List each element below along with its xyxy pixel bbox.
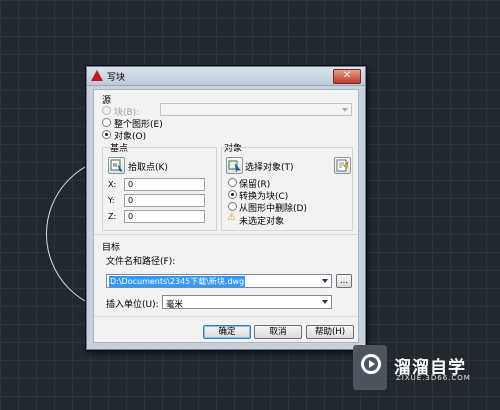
block-radio[interactable]: [102, 106, 111, 115]
pick-point-button[interactable]: [108, 157, 125, 174]
cancel-button[interactable]: 取消: [254, 325, 302, 339]
delete-from-drawing-radio[interactable]: [228, 202, 237, 211]
select-objects-label: 选择对象(T): [245, 163, 294, 173]
chevron-down-icon: [322, 300, 328, 304]
file-path-label: 文件名和路径(F):: [106, 257, 176, 267]
help-button[interactable]: 帮助(H): [306, 325, 354, 339]
dialog-title: 写块: [107, 73, 126, 83]
destination-group-label: 目标: [102, 243, 121, 253]
file-path-combo[interactable]: D:\Documents\2345下载\新块.dwg: [106, 274, 332, 288]
file-path-value: D:\Documents\2345下载\新块.dwg: [109, 276, 246, 287]
y-label: Y:: [108, 196, 115, 205]
y-coordinate-field[interactable]: 0: [124, 194, 205, 207]
retain-radio[interactable]: [228, 178, 237, 187]
delete-from-drawing-label: 从图形中删除(D): [239, 204, 307, 214]
separator: [94, 234, 358, 235]
chevron-down-icon: [322, 279, 328, 283]
insert-units-select[interactable]: 毫米: [162, 295, 332, 310]
browse-button[interactable]: ...: [336, 274, 352, 288]
autocad-logo-icon: [91, 70, 103, 81]
x-coordinate-field[interactable]: 0: [124, 178, 205, 191]
write-block-dialog: 写块 ✕ 源 块(B): 整个图形(E) 对象(O) 基点 拾取点(K) X: …: [86, 66, 366, 350]
source-group-label: 源: [102, 96, 112, 106]
objects-radio[interactable]: [102, 130, 111, 139]
quick-select-icon: [336, 159, 349, 172]
pick-point-label: 拾取点(K): [128, 163, 168, 173]
pick-point-icon: [110, 159, 123, 172]
quick-select-button[interactable]: [334, 157, 351, 174]
convert-to-block-radio[interactable]: [228, 190, 237, 199]
ok-button[interactable]: 确定: [203, 325, 251, 339]
chevron-down-icon: [342, 108, 348, 112]
x-label: X:: [108, 180, 117, 189]
play-icon: [361, 354, 381, 374]
separator: [94, 316, 358, 317]
insert-units-value: 毫米: [166, 300, 184, 310]
close-button[interactable]: ✕: [333, 69, 361, 84]
watermark-logo: [353, 345, 387, 390]
warning-icon: ⚠: [227, 212, 236, 223]
z-coordinate-field[interactable]: 0: [124, 210, 205, 223]
watermark-url: ZIXUE.3D66.COM: [396, 374, 471, 382]
entire-drawing-radio[interactable]: [102, 118, 111, 127]
z-label: Z:: [108, 212, 117, 221]
select-objects-button[interactable]: [226, 157, 243, 174]
dialog-titlebar[interactable]: 写块 ✕: [87, 67, 365, 86]
select-objects-icon: [228, 160, 241, 173]
insert-units-label: 插入单位(U):: [106, 300, 159, 310]
no-objects-selected-text: 未选定对象: [239, 217, 285, 227]
block-combo[interactable]: [160, 103, 352, 116]
dialog-client: 源 块(B): 整个图形(E) 对象(O) 基点 拾取点(K) X: 0 Y: …: [93, 89, 359, 343]
